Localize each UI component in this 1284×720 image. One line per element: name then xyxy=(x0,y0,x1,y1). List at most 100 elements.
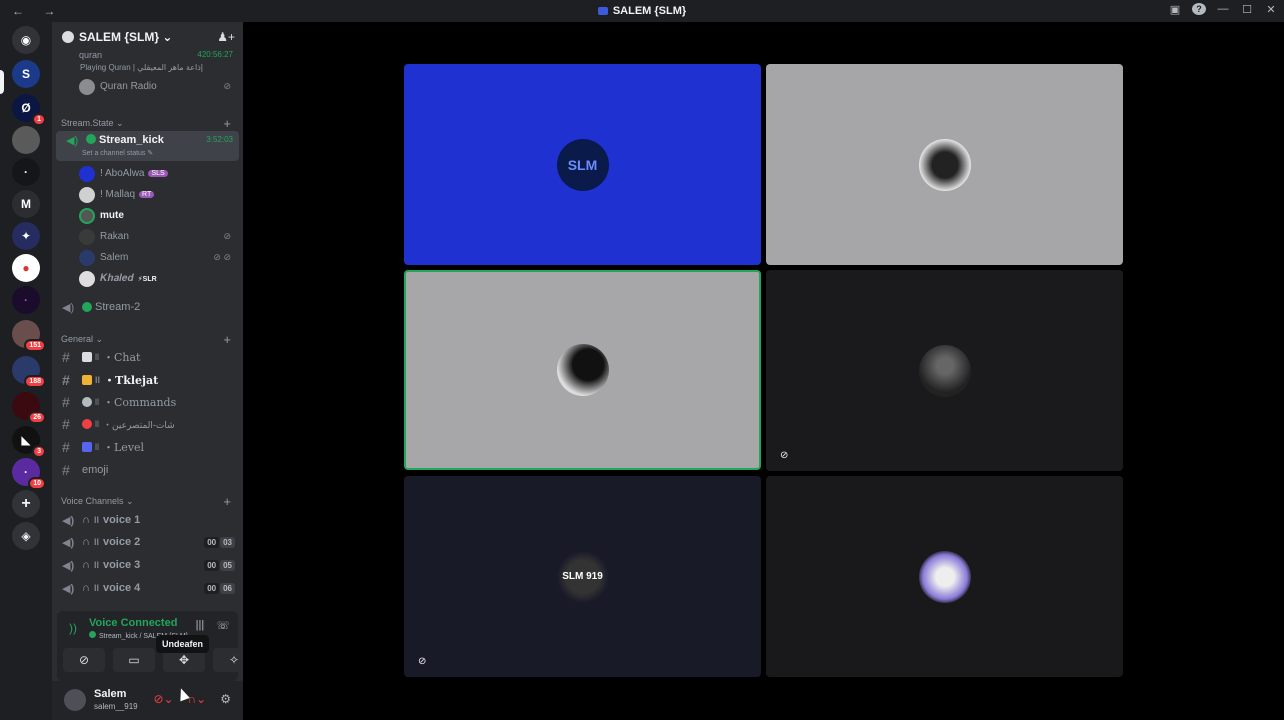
voice-user[interactable]: Salem ⊘ ⊘ xyxy=(52,247,243,268)
user-handle: salem__919 xyxy=(94,702,138,711)
server-name: SALEM {SLM} ⌄ xyxy=(79,30,173,44)
minimize-icon[interactable]: — xyxy=(1216,3,1230,16)
avatar xyxy=(79,270,95,287)
user-display-name[interactable]: Salem xyxy=(94,688,126,700)
hash-icon: # xyxy=(62,416,70,432)
voice-status-title[interactable]: Voice Connected xyxy=(89,617,177,629)
channel-tklejat[interactable]: # ll ・Tklejat xyxy=(52,370,243,390)
channel-name: ・Tklejat xyxy=(104,374,159,387)
disconnect-icon[interactable]: ☏ xyxy=(216,619,230,632)
deafen-icon[interactable]: ∩⌄ xyxy=(188,692,207,706)
headphones-icon: ∩ xyxy=(82,514,90,526)
add-channel-icon[interactable]: + xyxy=(223,332,231,347)
speaker-icon: ◀) xyxy=(62,514,75,527)
voice-user[interactable]: 𝑲𝒉𝒂𝒍𝒆𝒅 ⚡SLR xyxy=(52,268,243,289)
participant-tile[interactable]: ⊘ xyxy=(766,270,1123,471)
inbox-icon[interactable]: ▣ xyxy=(1168,3,1182,16)
channel-name: voice 4 xyxy=(102,582,141,594)
channel-stream-2[interactable]: ◀) Stream-2 xyxy=(52,297,243,317)
channel-stream-kick[interactable]: ◀) Stream_kick 3:52:03 Set a channel sta… xyxy=(56,131,239,161)
hand-emoji-icon xyxy=(82,375,92,385)
voice-connected-panel: )) Voice Connected Stream_kick / SALEM {… xyxy=(57,611,255,681)
server-icon-4[interactable]: · xyxy=(12,158,40,186)
channel-voice-2[interactable]: ◀) ∩ ll voice 2 00 03 xyxy=(52,532,243,552)
channel-arabic[interactable]: # ll ・شات-المتصرعين xyxy=(52,414,243,434)
signal-icon: )) xyxy=(69,621,77,635)
channel-status[interactable]: Set a channel status ✎ xyxy=(82,149,153,157)
hash-icon: # xyxy=(62,394,70,410)
server-icon-8[interactable]: · xyxy=(12,286,40,314)
voice-user[interactable]: Quran Radio ⊘ xyxy=(52,76,243,97)
category-stream-state[interactable]: Stream.State ⌄ + xyxy=(52,116,243,131)
avatar xyxy=(918,344,971,397)
face-emoji-icon xyxy=(82,397,92,407)
help-icon[interactable]: ? xyxy=(1192,3,1206,16)
channel-commands[interactable]: # ll ・Commands xyxy=(52,392,243,412)
channel-emoji[interactable]: # emoji xyxy=(52,460,243,480)
server-icon-12[interactable]: ◣ 3 xyxy=(12,426,46,458)
voice-user[interactable]: ! AboAlwa SLS xyxy=(52,163,243,184)
server-icon-10[interactable]: 188 xyxy=(12,356,46,388)
discord-home-icon[interactable]: ◉ xyxy=(12,26,40,54)
channel-level[interactable]: # ll ・Level xyxy=(52,437,243,457)
participant-tile-speaking[interactable] xyxy=(404,270,761,470)
mic-muted-icon[interactable]: ⊘⌄ xyxy=(153,692,173,706)
settings-gear-icon[interactable]: ⚙ xyxy=(220,692,231,706)
voice-user[interactable]: mute xyxy=(52,205,243,226)
headphones-icon: ∩ xyxy=(82,582,90,594)
server-icon-13[interactable]: · 10 xyxy=(12,458,46,490)
screen-share-button[interactable]: ▭ xyxy=(113,648,155,672)
selected-pill xyxy=(0,70,4,94)
server-icon-3[interactable] xyxy=(12,126,40,154)
server-icon-2[interactable]: Ø1 xyxy=(12,94,46,126)
channel-name: voice 1 xyxy=(102,514,141,526)
title-bar: ← → SALEM {SLM} ▣ ? — ☐ ✕ xyxy=(0,0,1284,22)
participant-tile[interactable] xyxy=(766,64,1123,265)
server-icon-m[interactable]: M xyxy=(12,190,40,218)
muted-icon: ⊘ xyxy=(780,450,789,461)
category-voice[interactable]: Voice Channels ⌄ + xyxy=(52,494,243,509)
noise-suppression-icon[interactable]: ||| xyxy=(196,619,205,632)
voice-user[interactable]: Rakan ⊘ xyxy=(52,226,243,247)
maximize-icon[interactable]: ☐ xyxy=(1240,3,1254,16)
user-limit: 00 06 xyxy=(204,582,235,594)
server-icon-6[interactable]: ✦ xyxy=(12,222,40,250)
channel-bars: ll xyxy=(95,419,99,429)
user-name: ! AboAlwa xyxy=(100,168,145,179)
channel-voice-3[interactable]: ◀) ∩ ll voice 3 00 05 xyxy=(52,555,243,575)
close-icon[interactable]: ✕ xyxy=(1264,3,1278,16)
participant-tile[interactable] xyxy=(766,476,1123,677)
channel-voice-1[interactable]: ◀) ∩ ll voice 1 xyxy=(52,510,243,530)
channel-chat[interactable]: # ll ・Chat xyxy=(52,347,243,367)
server-icon-11[interactable]: 26 xyxy=(12,392,46,424)
avatar xyxy=(918,138,971,191)
user-name: mute xyxy=(100,210,124,221)
user-tag: RT xyxy=(139,191,155,198)
hash-icon: # xyxy=(62,439,70,455)
category-general[interactable]: General ⌄ + xyxy=(52,332,243,347)
participant-tile[interactable]: SLM 919 ⊘ xyxy=(404,476,761,677)
voice-user[interactable]: ! Mallaq RT xyxy=(52,184,243,205)
server-icon-9[interactable]: 151 xyxy=(12,320,46,352)
avatar[interactable] xyxy=(64,689,86,711)
chart-emoji-icon xyxy=(82,442,92,452)
channel-voice-4[interactable]: ◀) ∩ ll voice 4 00 06 xyxy=(52,578,243,598)
category-label: General ⌄ xyxy=(61,334,104,344)
server-header[interactable]: SALEM {SLM} ⌄ xyxy=(52,22,243,52)
add-channel-icon[interactable]: + xyxy=(223,494,231,509)
window-title-text: SALEM {SLM} xyxy=(612,5,687,17)
avatar xyxy=(79,207,95,224)
red-circle-icon xyxy=(82,419,92,429)
camera-off-button[interactable]: ⊘ xyxy=(63,648,105,672)
explore-icon[interactable]: ◈ xyxy=(12,522,40,550)
participant-tile[interactable]: SLM xyxy=(404,64,761,265)
speaker-icon: ◀) xyxy=(62,536,75,549)
avatar xyxy=(556,344,609,396)
add-server-icon[interactable]: + xyxy=(12,490,40,518)
add-channel-icon[interactable]: + xyxy=(223,116,231,131)
invite-icon[interactable]: ♟+ xyxy=(217,30,235,44)
server-slm-icon[interactable]: S xyxy=(12,60,40,88)
server-icon-7[interactable]: ● xyxy=(12,254,40,282)
avatar xyxy=(79,228,95,245)
top-channel-row[interactable]: quran 420:56:27 xyxy=(52,50,243,62)
